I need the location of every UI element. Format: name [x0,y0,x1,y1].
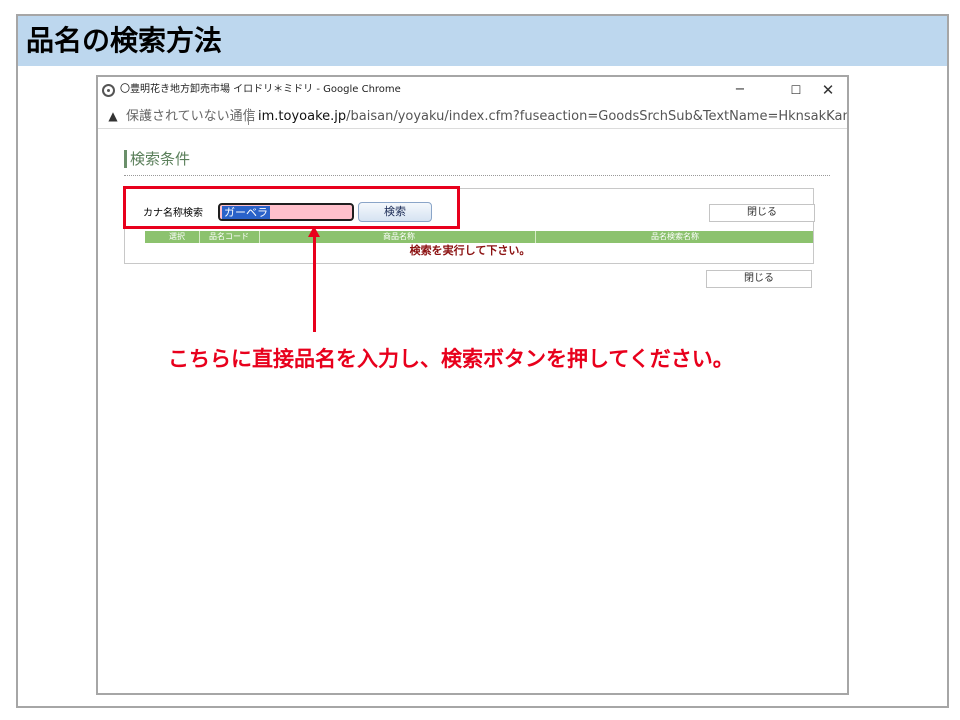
url-path: /baisan/yoyaku/index.cfm?fuseaction=Good… [346,109,849,124]
column-product-name: 商品名称 [383,232,415,241]
warning-icon[interactable]: ▲ [106,109,120,123]
slide-header: 品名の検索方法 [18,16,947,66]
section-title: 検索条件 [130,150,191,168]
arrow-shaft [313,236,316,332]
url-text[interactable]: im.toyoake.jp/baisan/yoyaku/index.cfm?fu… [258,109,849,125]
address-bar[interactable]: ▲ 保護されていない通信 im.toyoake.jp/baisan/yoyaku… [98,105,847,129]
browser-window: 〇豊明花き地方卸売市場 イロドリ＊ミドリ - Google Chrome − ☐… [96,75,849,695]
minimize-button[interactable]: − [728,80,752,100]
column-divider [535,231,536,243]
column-search-name: 品名検索名称 [651,232,699,241]
page-icon [102,84,115,97]
security-status[interactable]: 保護されていない通信 [126,109,256,125]
column-divider [199,231,200,243]
address-separator [248,108,249,125]
result-table-header: 選択 品名コード 商品名称 品名検索名称 [145,231,813,243]
slide-title: 品名の検索方法 [26,24,223,57]
url-host: im.toyoake.jp [258,109,347,124]
column-divider [259,231,260,243]
window-titlebar: 〇豊明花き地方卸売市場 イロドリ＊ミドリ - Google Chrome − ☐… [98,77,847,105]
window-title: 〇豊明花き地方卸売市場 イロドリ＊ミドリ - Google Chrome [120,84,401,95]
close-button-bottom[interactable]: 閉じる [706,270,812,288]
instruction-text: こちらに直接品名を入力し、検索ボタンを押してください。 [168,347,734,371]
column-item-code: 品名コード [209,232,249,241]
section-divider [124,175,830,176]
section-marker [124,150,127,168]
maximize-button[interactable]: ☐ [784,80,808,100]
empty-result-message: 検索を実行して下さい。 [409,244,531,257]
close-button-top[interactable]: 閉じる [709,204,815,222]
close-window-button[interactable]: ✕ [816,80,840,100]
column-select: 選択 [169,232,185,241]
highlight-box [123,186,460,229]
arrow-up-icon [308,226,320,237]
